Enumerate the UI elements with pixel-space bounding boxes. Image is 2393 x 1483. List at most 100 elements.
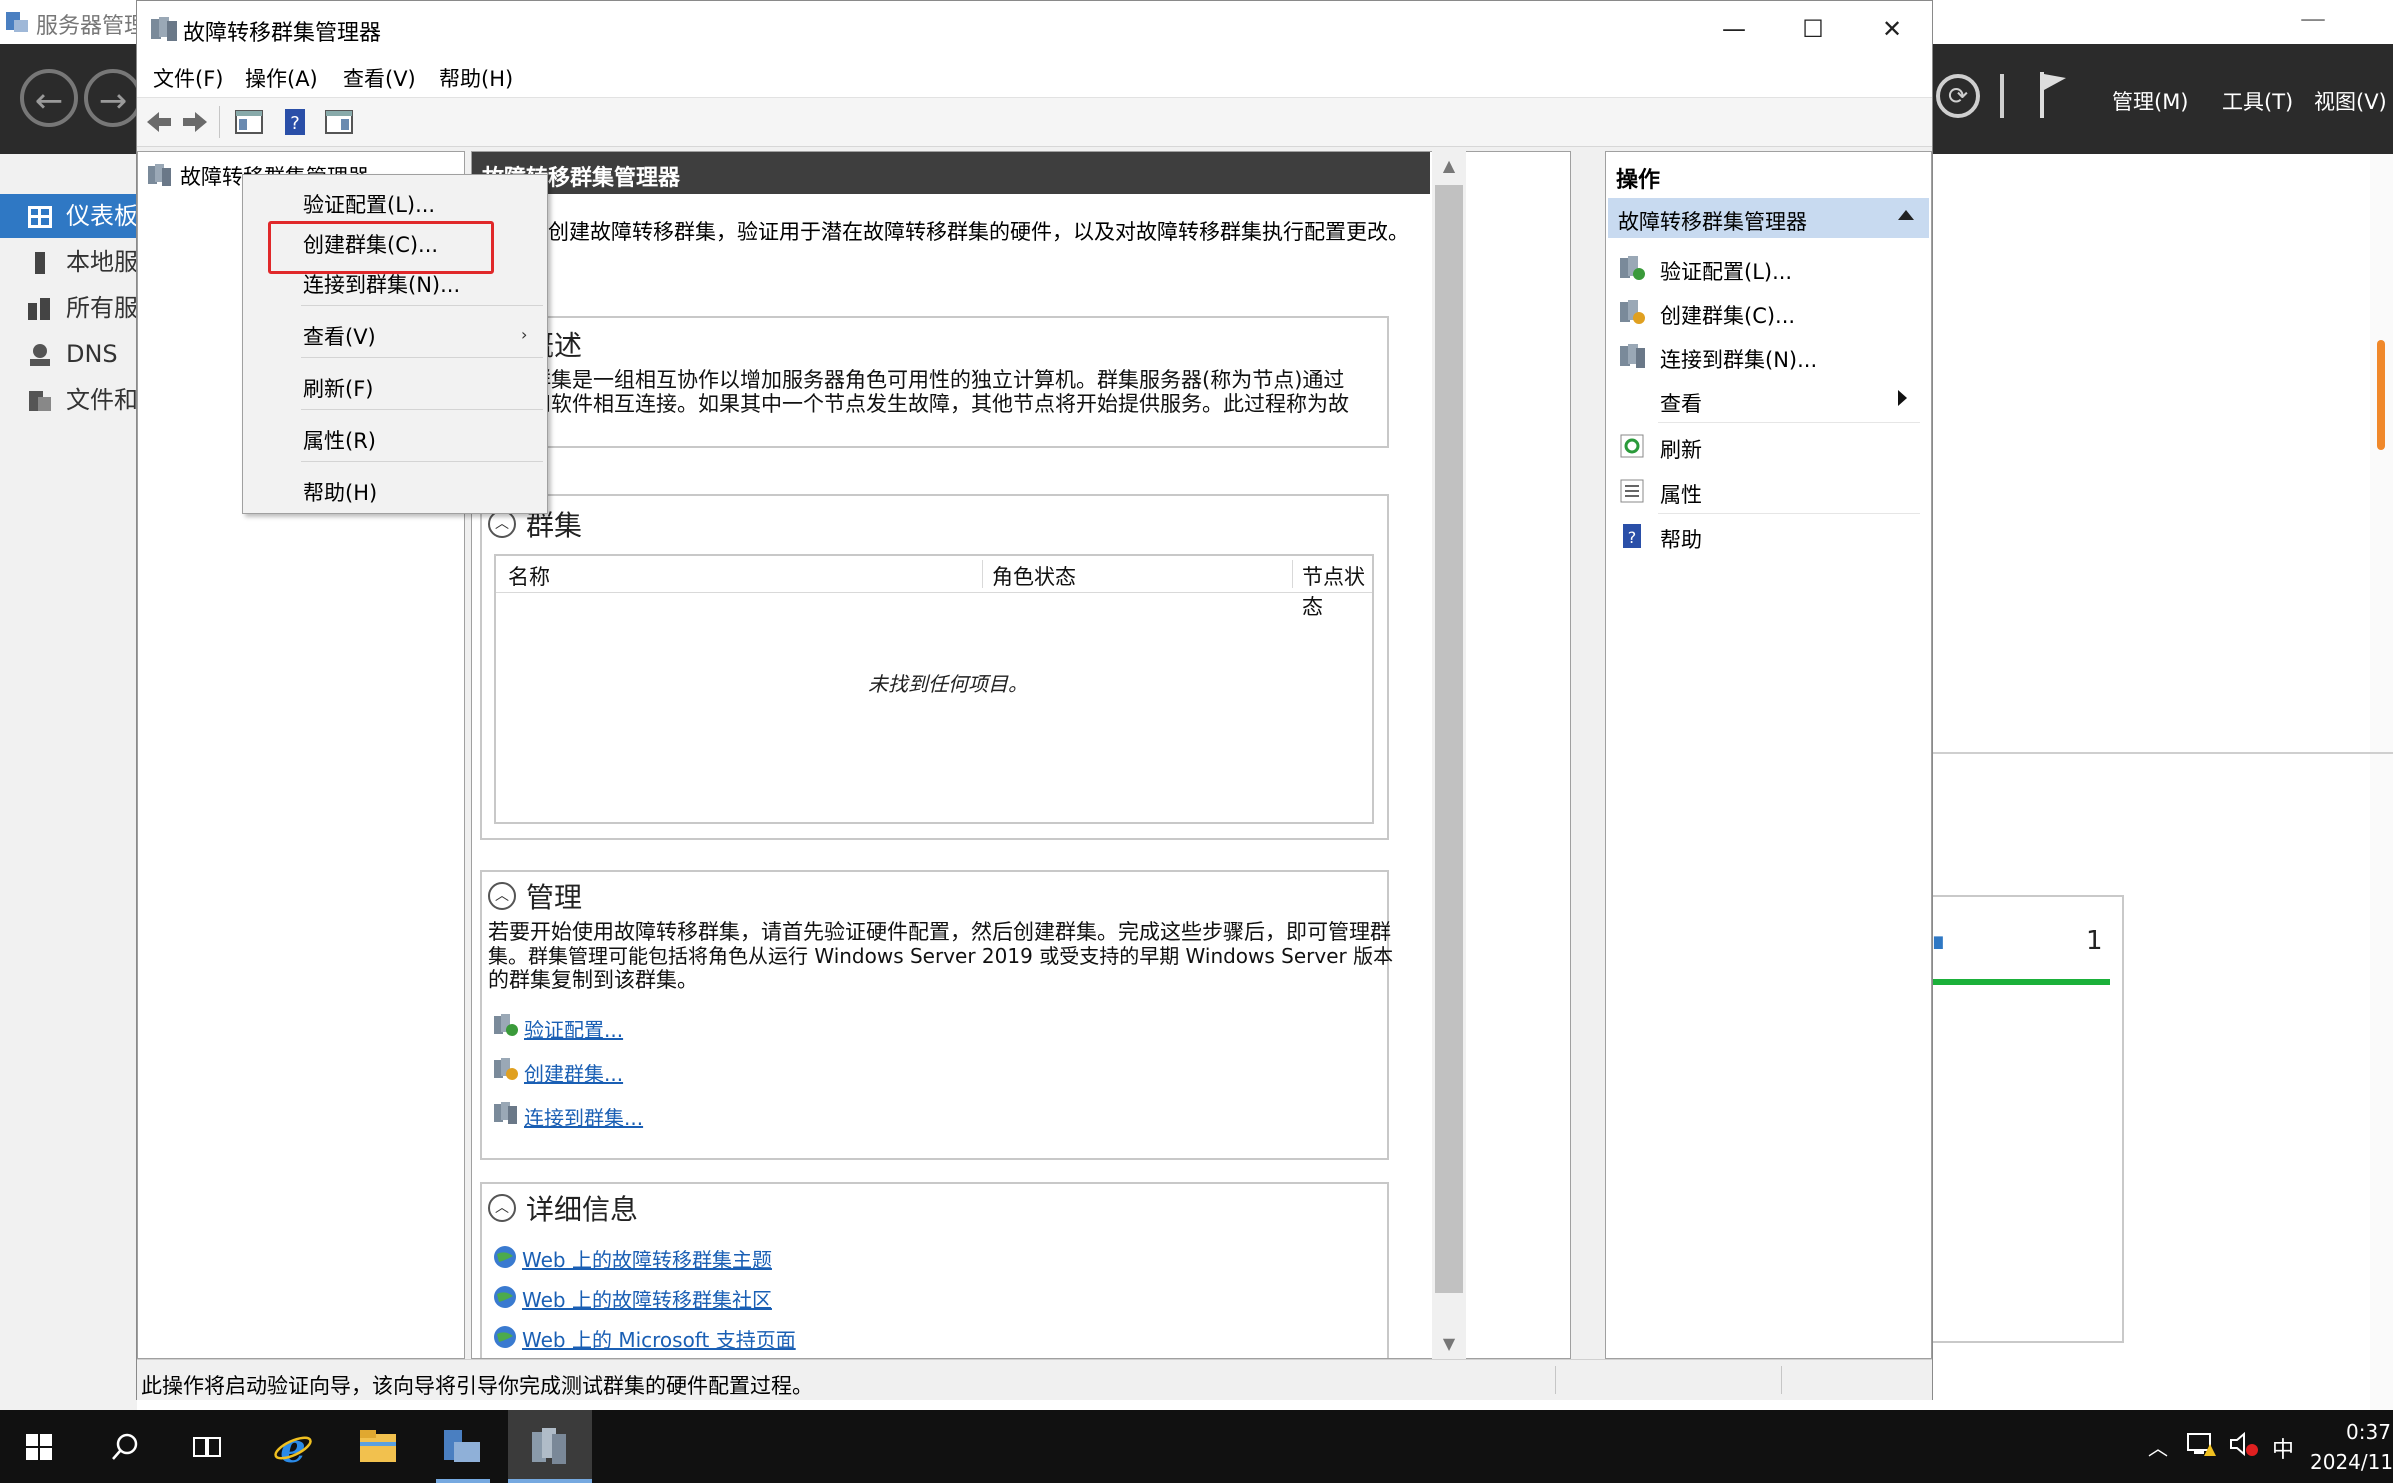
back-arrow-icon[interactable] [143, 106, 175, 138]
maximize-button[interactable]: ☐ [1774, 1, 1852, 57]
create-cluster-icon [1620, 300, 1645, 324]
status-text: 此操作将启动验证向导，该向导将引导你完成测试群集的硬件配置过程。 [141, 1374, 813, 1398]
window-title: 故障转移群集管理器 [183, 21, 382, 46]
toolbar: ? [137, 98, 1932, 147]
svg-text:?: ? [290, 113, 300, 134]
clock-time[interactable]: 0:37 [2346, 1420, 2391, 1444]
minimize-button[interactable]: — [1695, 1, 1773, 57]
bg-menu-manage[interactable]: 管理(M) [2112, 86, 2189, 116]
window-titlebar: 故障转移群集管理器 — ☐ ✕ [137, 1, 1932, 57]
sidebar-label: 所有服务器 [66, 294, 137, 322]
clusters-list[interactable]: 名称 角色状态 节点状态 未找到任何项目。 [494, 554, 1374, 824]
cluster-icon [148, 164, 171, 186]
ctx-separator [301, 409, 543, 410]
ctx-label: 刷新(F) [303, 377, 374, 401]
scroll-up-icon[interactable]: ▲ [1432, 151, 1466, 181]
bg-role-tile[interactable] [1930, 895, 2124, 1343]
ctx-separator [301, 357, 543, 358]
menu-file[interactable]: 文件(F) [153, 63, 223, 93]
windows-start-icon[interactable] [26, 1434, 52, 1460]
action-label: 创建群集(C)... [1660, 304, 1796, 328]
server-manager-taskbar-icon[interactable] [440, 1426, 484, 1466]
center-scrollbar[interactable]: ▲ ▼ [1432, 151, 1466, 1359]
volume-muted-icon[interactable] [2228, 1430, 2258, 1458]
scroll-down-icon[interactable]: ▼ [1432, 1329, 1466, 1359]
web-support-link[interactable]: Web 上的 Microsoft 支持页面 [522, 1324, 796, 1353]
create-cluster-link[interactable]: 创建群集... [524, 1058, 623, 1087]
ctx-label: 属性(R) [303, 429, 376, 453]
bg-scrollbar-thumb[interactable] [2377, 340, 2385, 450]
menu-help[interactable]: 帮助(H) [439, 63, 513, 93]
close-button[interactable]: ✕ [1853, 1, 1931, 57]
action-help[interactable]: ? 帮助 [1608, 514, 1928, 558]
ctx-properties[interactable]: 属性(R) [245, 419, 545, 455]
sidebar-item-all-servers[interactable]: 所有服务器 [0, 286, 137, 330]
back-icon[interactable]: ← [20, 69, 78, 127]
bg-menu-tools[interactable]: 工具(T) [2222, 86, 2293, 116]
search-icon[interactable] [110, 1432, 140, 1462]
cluster-app-icon [151, 17, 177, 41]
refresh-icon[interactable]: ⟳ [1936, 74, 1980, 118]
bg-minimize-button[interactable]: — [2300, 4, 2326, 34]
sidebar-item-dns[interactable]: DNS [0, 332, 137, 376]
manage-text-3: 的群集复制到该群集。 [488, 968, 698, 992]
running-indicator [508, 1479, 592, 1483]
notifications-flag-icon[interactable] [2036, 70, 2070, 120]
active-taskbar-app[interactable] [508, 1410, 592, 1483]
collapse-icon[interactable]: ︿ [488, 882, 516, 910]
input-method-indicator[interactable]: 中 [2272, 1432, 2294, 1464]
ctx-help[interactable]: 帮助(H) [245, 471, 545, 507]
ctx-refresh[interactable]: 刷新(F) [245, 367, 545, 403]
overview-text-2: 电缆和软件相互连接。如果其中一个节点发生故障，其他节点将开始提供服务。此过程称为… [488, 392, 1349, 416]
action-properties[interactable]: 属性 [1608, 469, 1928, 513]
action-validate-config[interactable]: 验证配置(L)... [1608, 246, 1928, 290]
show-hide-action-pane-icon[interactable] [323, 106, 355, 138]
status-divider [1555, 1366, 1556, 1394]
task-view-icon[interactable] [192, 1434, 222, 1460]
collapse-icon[interactable]: ︿ [488, 1194, 516, 1222]
sidebar-label: 本地服务器 [66, 248, 137, 276]
center-intro-text: 创建故障转移群集，验证用于潜在故障转移群集的硬件，以及对故障转移群集执行配置更改… [548, 220, 1409, 244]
column-node-status[interactable]: 节点状态 [1302, 561, 1372, 621]
show-hide-console-tree-icon[interactable] [233, 106, 265, 138]
web-community-link[interactable]: Web 上的故障转移群集社区 [522, 1284, 772, 1313]
internet-explorer-icon[interactable]: e [272, 1426, 314, 1468]
menu-view[interactable]: 查看(V) [343, 63, 416, 93]
action-label: 帮助 [1660, 528, 1702, 552]
sidebar-item-file-storage[interactable]: 文件和存储服务 [0, 378, 137, 422]
collapse-icon[interactable]: ︿ [488, 510, 516, 538]
show-hidden-icons-icon[interactable]: ︿ [2148, 1432, 2168, 1461]
sidebar-item-local-server[interactable]: 本地服务器 [0, 240, 137, 284]
dns-icon [30, 344, 50, 366]
help-icon[interactable]: ? [279, 106, 311, 138]
empty-list-message: 未找到任何项目。 [868, 672, 1028, 696]
action-connect-cluster[interactable]: 连接到群集(N)... [1608, 334, 1928, 378]
network-warning-icon[interactable] [2186, 1430, 2216, 1458]
sidebar-label: DNS [66, 340, 118, 368]
clock-date[interactable]: 2024/11/ [2310, 1450, 2393, 1474]
submenu-arrow-icon: › [521, 325, 528, 344]
ctx-label: 验证配置(L)... [303, 193, 436, 217]
action-refresh[interactable]: 刷新 [1608, 424, 1928, 468]
file-explorer-icon[interactable] [358, 1428, 398, 1464]
clusters-list-header: 名称 角色状态 节点状态 [496, 556, 1372, 619]
action-create-cluster[interactable]: 创建群集(C)... [1608, 290, 1928, 334]
column-divider [982, 560, 983, 588]
collapse-caret-icon[interactable] [1898, 210, 1914, 220]
ctx-view[interactable]: 查看(V) › [245, 315, 545, 351]
scrollbar-thumb[interactable] [1435, 185, 1463, 1293]
ctx-validate-config[interactable]: 验证配置(L)... [245, 183, 545, 219]
actions-group-header[interactable]: 故障转移群集管理器 [1608, 198, 1929, 238]
validate-config-link[interactable]: 验证配置... [524, 1014, 623, 1043]
menu-action[interactable]: 操作(A) [245, 63, 318, 93]
column-role-status[interactable]: 角色状态 [992, 561, 1076, 591]
forward-arrow-icon[interactable] [179, 106, 211, 138]
action-label: 连接到群集(N)... [1660, 348, 1818, 372]
connect-cluster-link[interactable]: 连接到群集... [524, 1102, 643, 1131]
action-view[interactable]: 查看 [1608, 378, 1928, 422]
sidebar-item-dashboard[interactable]: 仪表板 [0, 194, 137, 238]
bg-menu-view[interactable]: 视图(V) [2314, 86, 2387, 116]
column-name[interactable]: 名称 [508, 561, 550, 591]
web-topics-link[interactable]: Web 上的故障转移群集主题 [522, 1244, 772, 1273]
forward-icon[interactable]: → [84, 69, 142, 127]
